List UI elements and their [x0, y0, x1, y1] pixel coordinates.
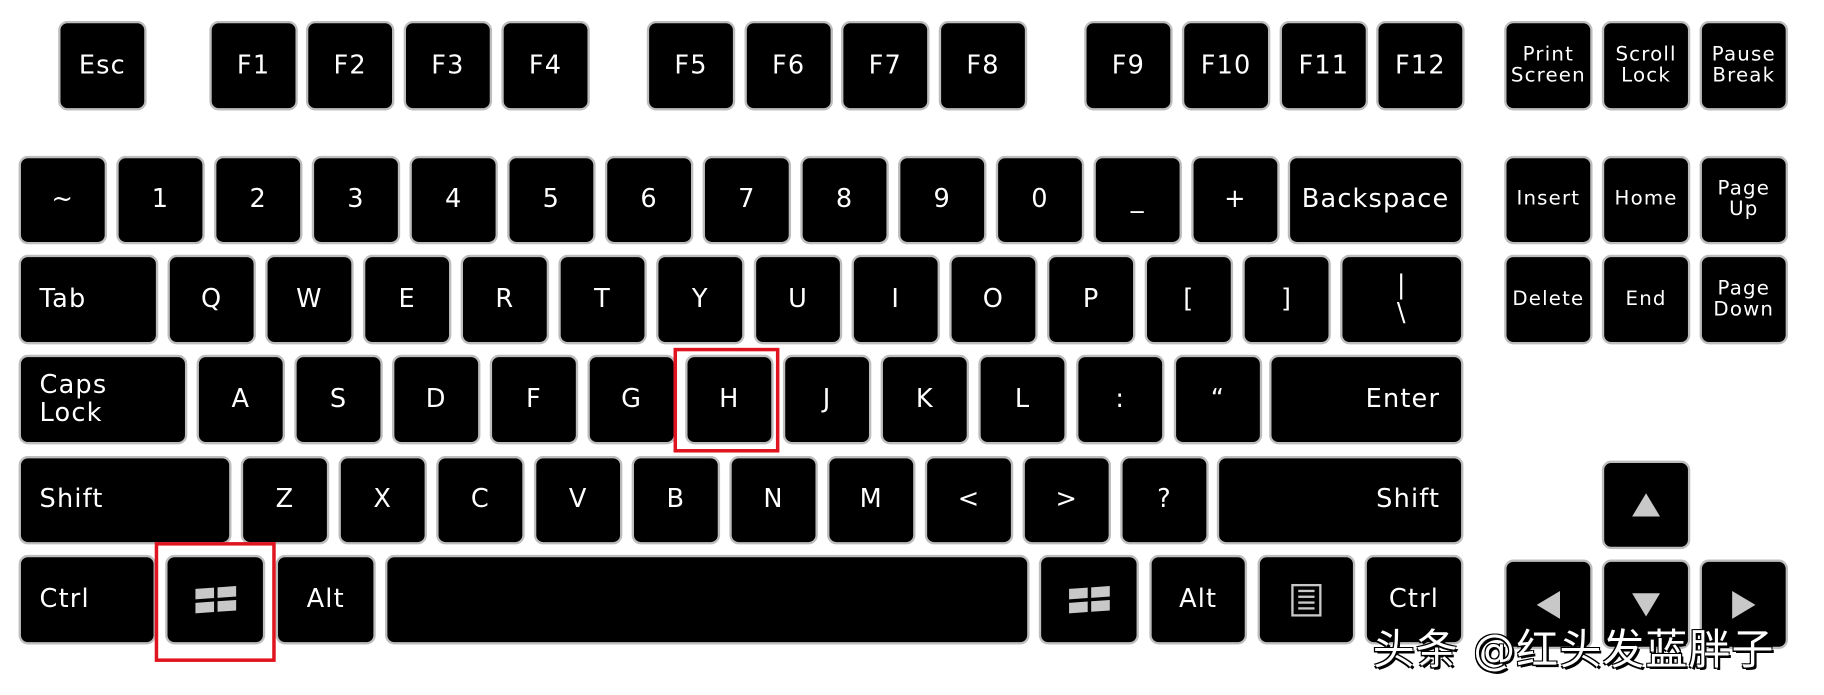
- key-symbol[interactable]: :: [1076, 354, 1165, 445]
- key-f12[interactable]: F12: [1376, 20, 1465, 111]
- watermark: 头条 @红头发蓝胖子: [1372, 627, 1775, 675]
- key-caps-lock[interactable]: Caps Lock: [18, 354, 188, 445]
- highlight-h-key: [673, 347, 780, 453]
- key-delete[interactable]: Delete: [1504, 254, 1593, 345]
- key-f7[interactable]: F7: [841, 20, 930, 111]
- key-symbol[interactable]: ~: [18, 155, 108, 245]
- key-symbol[interactable]: +: [1191, 155, 1280, 245]
- key-f2[interactable]: F2: [305, 20, 395, 111]
- windows-icon: [1068, 586, 1110, 614]
- key-symbol[interactable]: ]: [1242, 254, 1331, 345]
- key-7[interactable]: 7: [702, 155, 792, 245]
- key-c[interactable]: C: [436, 456, 525, 545]
- key-f5[interactable]: F5: [646, 20, 736, 111]
- key-page-up[interactable]: Page Up: [1699, 155, 1788, 245]
- key-z[interactable]: Z: [240, 456, 330, 545]
- key-6[interactable]: 6: [604, 155, 694, 245]
- menu-icon: [1291, 583, 1322, 616]
- key-f10[interactable]: F10: [1181, 20, 1271, 111]
- key-o[interactable]: O: [949, 254, 1038, 345]
- key-alt-left[interactable]: Alt: [275, 554, 376, 645]
- key-5[interactable]: 5: [507, 155, 596, 245]
- key-x[interactable]: X: [338, 456, 427, 545]
- key-t[interactable]: T: [558, 254, 647, 345]
- key-4[interactable]: 4: [409, 155, 498, 245]
- arrow-right-icon: [1732, 590, 1756, 619]
- key-y[interactable]: Y: [656, 254, 745, 345]
- key-8[interactable]: 8: [800, 155, 889, 245]
- key-r[interactable]: R: [460, 254, 550, 345]
- key-shift-left[interactable]: Shift: [18, 456, 232, 545]
- key-a[interactable]: A: [196, 354, 286, 445]
- key-3[interactable]: 3: [311, 155, 401, 245]
- key-menu[interactable]: [1257, 554, 1356, 645]
- key-0[interactable]: 0: [995, 155, 1085, 245]
- key-alt-right[interactable]: Alt: [1149, 554, 1248, 645]
- arrow-down-icon: [1632, 592, 1661, 616]
- key-g[interactable]: G: [587, 354, 676, 445]
- key-backspace[interactable]: Backspace: [1287, 155, 1464, 245]
- key-m[interactable]: M: [827, 456, 916, 545]
- key-symbol[interactable]: _: [1093, 155, 1182, 245]
- key-scroll-lock[interactable]: Scroll Lock: [1601, 20, 1691, 111]
- key-end[interactable]: End: [1601, 254, 1691, 345]
- key-f6[interactable]: F6: [744, 20, 833, 111]
- highlight-windows-key: [154, 542, 276, 662]
- key-e[interactable]: E: [362, 254, 452, 345]
- key-q[interactable]: Q: [167, 254, 256, 345]
- key-j[interactable]: J: [782, 354, 872, 445]
- key-f9[interactable]: F9: [1084, 20, 1173, 111]
- key-page-down[interactable]: Page Down: [1699, 254, 1788, 345]
- key-insert[interactable]: Insert: [1504, 155, 1593, 245]
- key-esc[interactable]: Esc: [58, 20, 147, 111]
- key-shift-right[interactable]: Shift: [1216, 456, 1464, 545]
- key-f1[interactable]: F1: [209, 20, 298, 111]
- key-d[interactable]: D: [392, 354, 481, 445]
- key-windows-right[interactable]: [1038, 554, 1139, 645]
- key-s[interactable]: S: [294, 354, 383, 445]
- key-symbol[interactable]: >: [1022, 456, 1111, 545]
- key-symbol[interactable]: [: [1144, 254, 1234, 345]
- key-p[interactable]: P: [1046, 254, 1136, 345]
- key-u[interactable]: U: [753, 254, 843, 345]
- key-i[interactable]: I: [851, 254, 940, 345]
- key-enter[interactable]: Enter: [1269, 354, 1464, 445]
- key-v[interactable]: V: [533, 456, 623, 545]
- key-f[interactable]: F: [489, 354, 579, 445]
- key-symbol[interactable]: <: [924, 456, 1014, 545]
- key-ctrl-left[interactable]: Ctrl: [18, 554, 156, 645]
- key-1[interactable]: 1: [116, 155, 205, 245]
- key-n[interactable]: N: [729, 456, 818, 545]
- key-space[interactable]: [385, 554, 1030, 645]
- key-l[interactable]: L: [978, 354, 1067, 445]
- key-f11[interactable]: F11: [1279, 20, 1369, 111]
- arrow-up-icon: [1632, 493, 1661, 517]
- keyboard: Esc F1 F2 F3 F4 F5 F6 F7 F8 F9 F10 F11 F12 Print Scre…: [0, 0, 1824, 694]
- key-backslash[interactable]: | \: [1340, 254, 1464, 345]
- key-print-screen[interactable]: Print Screen: [1504, 20, 1593, 111]
- key-symbol[interactable]: ?: [1120, 456, 1209, 545]
- key-arrow-up[interactable]: [1601, 460, 1691, 550]
- key-tab[interactable]: Tab: [18, 254, 159, 345]
- key-k[interactable]: K: [880, 354, 970, 445]
- arrow-left-icon: [1536, 590, 1560, 619]
- key-pause-break[interactable]: Pause Break: [1699, 20, 1788, 111]
- key-f4[interactable]: F4: [501, 20, 590, 111]
- key-f8[interactable]: F8: [938, 20, 1028, 111]
- key-symbol[interactable]: “: [1173, 354, 1263, 445]
- key-w[interactable]: W: [265, 254, 354, 345]
- key-2[interactable]: 2: [214, 155, 303, 245]
- key-home[interactable]: Home: [1601, 155, 1691, 245]
- key-f3[interactable]: F3: [403, 20, 493, 111]
- key-b[interactable]: B: [631, 456, 721, 545]
- key-9[interactable]: 9: [898, 155, 987, 245]
